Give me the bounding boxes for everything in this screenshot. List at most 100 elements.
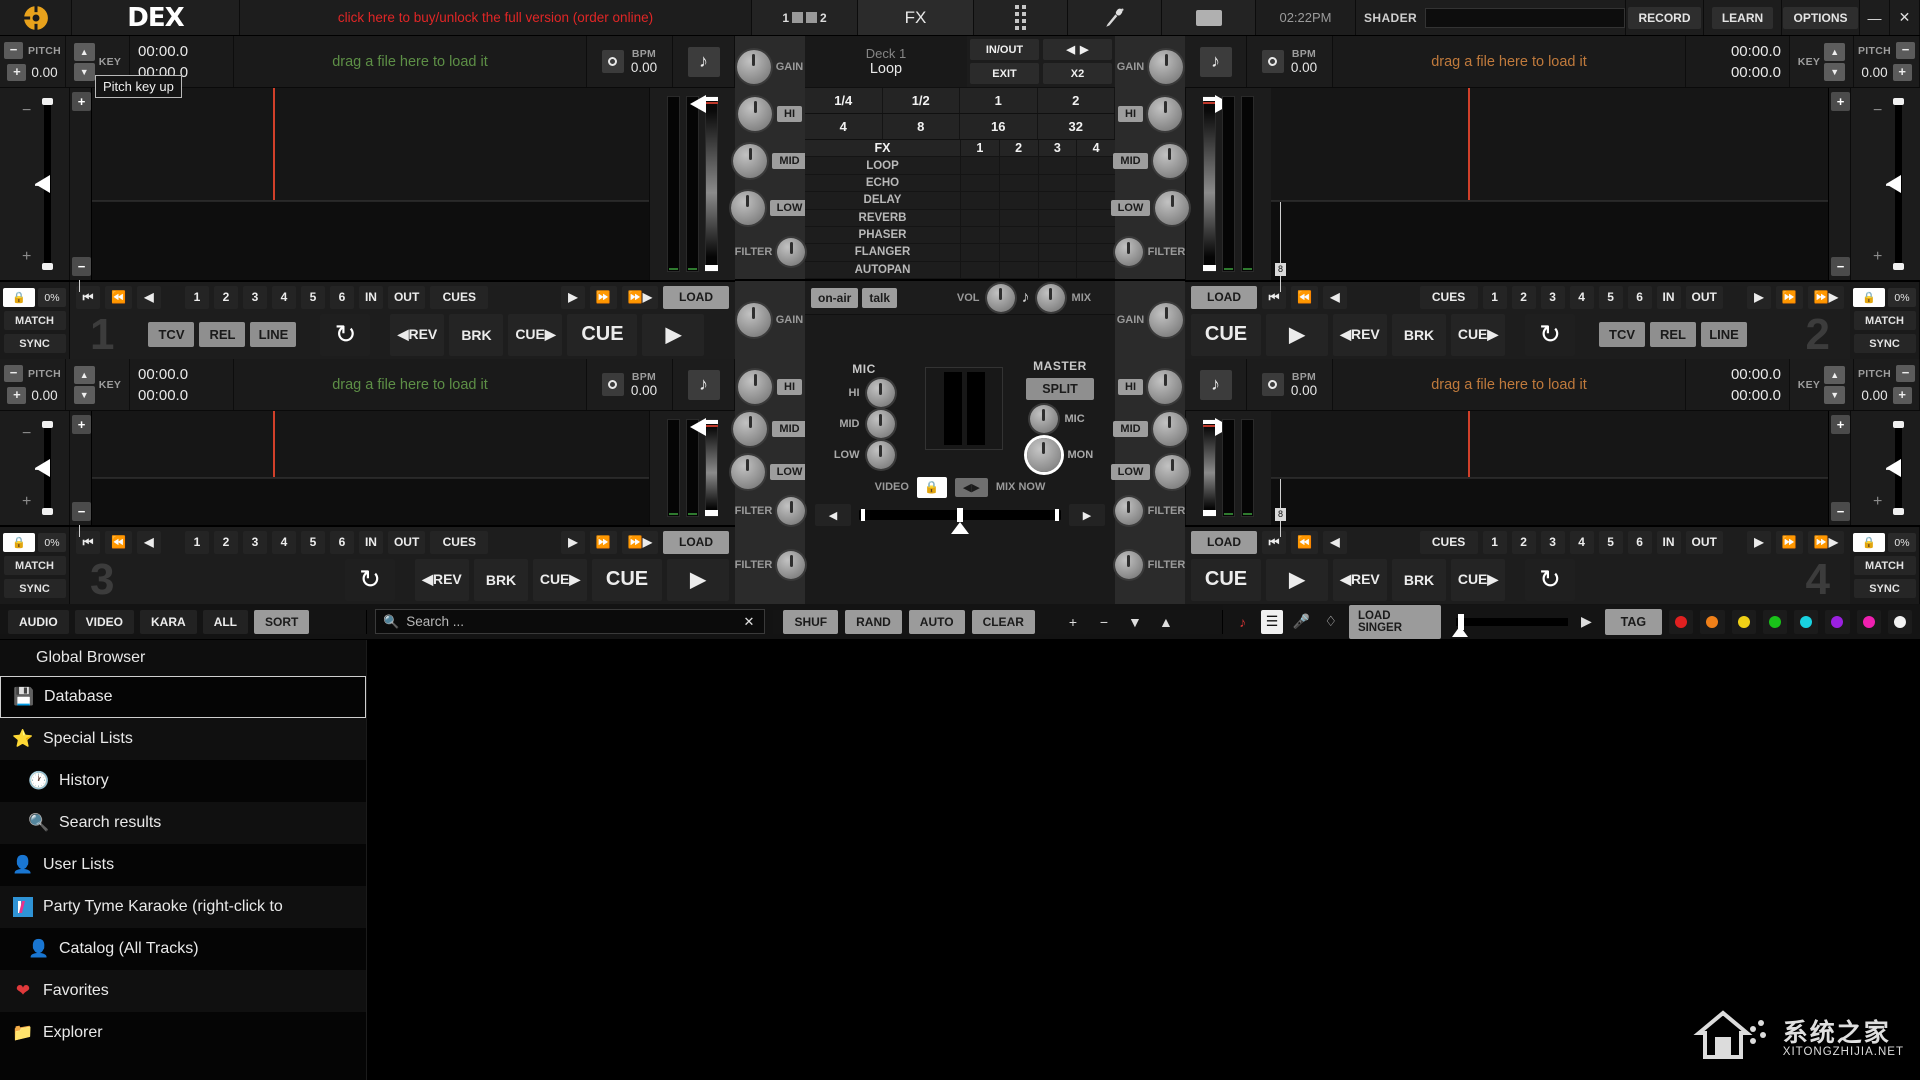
fast-forward-triple-icon[interactable]: ⏩▶ xyxy=(621,530,658,554)
loop-size-button[interactable]: 4 xyxy=(805,114,883,139)
fx-cell[interactable] xyxy=(1037,192,1077,209)
fx-cell[interactable] xyxy=(998,209,1038,226)
filter-knob[interactable] xyxy=(777,551,806,579)
deck-2-filter-row[interactable]: FILTER xyxy=(1114,237,1185,266)
cue-button[interactable]: CUE xyxy=(1191,558,1261,601)
deck-3-key-control[interactable]: ▲ ▼ KEY xyxy=(66,359,130,410)
deck-2-low-row[interactable]: LOW xyxy=(1110,190,1190,225)
beatgrid-flag[interactable]: 8 xyxy=(1275,263,1286,276)
pitch-fader-track[interactable] xyxy=(35,421,53,515)
buy-full-version-link[interactable]: click here to buy/unlock the full versio… xyxy=(240,0,752,35)
match-button[interactable]: MATCH xyxy=(1853,556,1916,575)
deck-4-pitch-control[interactable]: PITCH − 0.00 + xyxy=(1854,359,1920,410)
bpm-tap-button[interactable] xyxy=(1261,50,1284,73)
tab-video[interactable] xyxy=(1162,0,1256,35)
loop-out-button[interactable]: OUT xyxy=(387,285,426,309)
list-icon[interactable]: ☰ xyxy=(1260,609,1284,634)
hi-knob[interactable] xyxy=(738,96,772,131)
waveform-zoom-out-button[interactable]: − xyxy=(1831,257,1850,276)
fx-cell[interactable] xyxy=(1076,157,1115,174)
sidebar-item-party-tyme-karaoke[interactable]: Party Tyme Karaoke (right-click to xyxy=(0,886,366,928)
loop-in-button[interactable]: IN xyxy=(1656,530,1681,554)
deck-3-track-dropzone[interactable]: drag a file here to load it xyxy=(234,359,587,410)
hi-label[interactable]: HI xyxy=(777,379,802,396)
brake-button[interactable]: BRK xyxy=(449,313,504,356)
deck-4-hi-row[interactable]: HI xyxy=(1118,370,1182,405)
reverse-button[interactable]: ◀REV xyxy=(415,558,469,601)
play-icon[interactable]: ▶ xyxy=(642,313,705,356)
rel-mode-button[interactable]: REL xyxy=(1650,322,1696,347)
load-button[interactable]: LOAD xyxy=(1191,530,1257,554)
waveform-zoom-in-button[interactable]: + xyxy=(72,92,91,111)
bpm-tap-button[interactable] xyxy=(601,373,624,396)
mid-label[interactable]: MID xyxy=(1113,421,1148,438)
hotcue-2-button[interactable]: 2 xyxy=(1511,285,1536,309)
hi-knob[interactable] xyxy=(738,370,772,405)
fx-cell[interactable] xyxy=(1076,244,1115,261)
waveform-zoom-in-button[interactable]: + xyxy=(72,415,91,434)
fx-cell[interactable] xyxy=(960,209,999,226)
deck-1-low-row[interactable]: LOW xyxy=(730,190,810,225)
loop-shift-right-icon[interactable]: ▶ xyxy=(1080,43,1088,56)
mid-knob[interactable] xyxy=(1152,143,1187,178)
mic-low-row[interactable]: LOW xyxy=(834,441,895,469)
fx-cell[interactable] xyxy=(960,192,999,209)
bpm-tap-button[interactable] xyxy=(1261,373,1284,396)
loop-in-button[interactable]: IN xyxy=(358,530,383,554)
hi-label[interactable]: HI xyxy=(1118,105,1143,122)
waveform-zoom-out-button[interactable]: − xyxy=(72,257,91,276)
mid-label[interactable]: MID xyxy=(1113,152,1148,169)
headphone-mix-knob[interactable] xyxy=(1036,283,1065,312)
pitch-plus-button[interactable]: + xyxy=(7,387,27,404)
fast-forward-icon[interactable]: ⏩ xyxy=(589,530,617,554)
deck-4-low-row[interactable]: LOW xyxy=(1110,454,1190,489)
cue-forward-button[interactable]: CUE▶ xyxy=(533,558,587,601)
mid-knob[interactable] xyxy=(733,412,768,447)
sidebar-item-search-results[interactable]: 🔍 Search results xyxy=(0,802,366,844)
fast-forward-triple-icon[interactable]: ⏩▶ xyxy=(1807,530,1844,554)
deck-1-waveform-detail[interactable]: 8 xyxy=(70,201,649,292)
gain-knob[interactable] xyxy=(1149,49,1184,84)
deck-3-bpm-control[interactable]: BPM 0.00 xyxy=(587,359,673,410)
color-tag-orange[interactable] xyxy=(1700,609,1725,634)
fx-cell[interactable] xyxy=(1037,261,1077,278)
sidebar-item-user-lists[interactable]: 👤 User Lists xyxy=(0,844,366,886)
deck-4-track-dropzone[interactable]: drag a file here to load it xyxy=(1333,359,1686,410)
fx-cell[interactable] xyxy=(960,244,999,261)
loop-exit-button[interactable]: EXIT xyxy=(970,63,1039,84)
fx-cell[interactable] xyxy=(1037,244,1077,261)
color-tag-red[interactable] xyxy=(1669,609,1694,634)
clear-button[interactable]: CLEAR xyxy=(971,609,1035,634)
close-button[interactable]: ✕ xyxy=(1890,0,1920,35)
loop-shift-buttons[interactable]: ◀ ▶ xyxy=(1043,39,1112,60)
loop-shift-left-icon[interactable]: ◀ xyxy=(1067,43,1075,56)
key-lock-button[interactable]: 🔒 xyxy=(3,288,35,307)
color-tag-white[interactable] xyxy=(1887,609,1912,634)
singer-fader[interactable] xyxy=(1452,613,1569,637)
hi-label[interactable]: HI xyxy=(1118,379,1143,396)
deck-3-filter-row[interactable]: FILTER xyxy=(735,496,806,525)
hi-label[interactable]: HI xyxy=(777,105,802,122)
hotcue-4-button[interactable]: 4 xyxy=(271,530,296,554)
line-mode-button[interactable]: LINE xyxy=(250,322,297,347)
deck-4-filter-row[interactable]: FILTER xyxy=(1114,496,1185,525)
hotcue-1-button[interactable]: 1 xyxy=(1482,285,1507,309)
fx-cell[interactable] xyxy=(998,174,1038,192)
loop-arrow-icon[interactable]: ↻ xyxy=(320,313,371,356)
sync-button[interactable]: SYNC xyxy=(1853,334,1916,353)
filter-kara-button[interactable]: KARA xyxy=(140,609,197,634)
deck-1-waveform[interactable]: + − 8 xyxy=(70,88,649,292)
loop-arrow-icon[interactable]: ↻ xyxy=(1525,558,1575,601)
master-mic-knob[interactable] xyxy=(1029,405,1058,433)
color-tag-purple[interactable] xyxy=(1825,609,1850,634)
filter-video-button[interactable]: VIDEO xyxy=(74,609,135,634)
master-mic-row[interactable]: MIC xyxy=(1029,405,1091,433)
tcv-mode-button[interactable]: TCV xyxy=(1599,322,1645,347)
deck-3-waveform[interactable]: + − 8 xyxy=(70,411,649,537)
step-back-icon[interactable]: ◀ xyxy=(1322,530,1347,554)
deck-3-pitch-fader[interactable]: − + xyxy=(0,411,70,525)
sync-button[interactable]: SYNC xyxy=(1853,579,1916,598)
color-tag-cyan[interactable] xyxy=(1794,609,1819,634)
brake-button[interactable]: BRK xyxy=(474,558,528,601)
deck-3-mid-row[interactable]: MID xyxy=(733,412,807,447)
